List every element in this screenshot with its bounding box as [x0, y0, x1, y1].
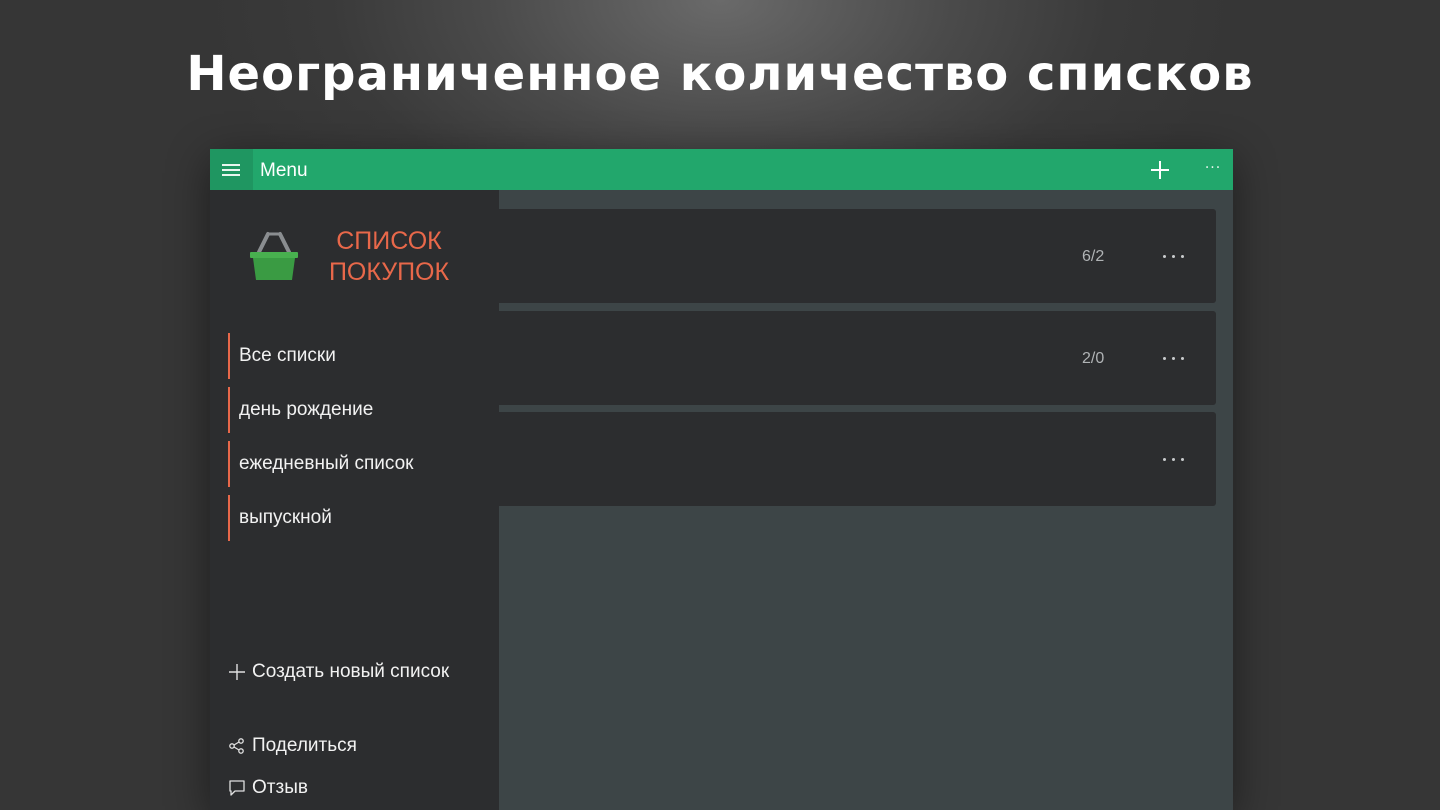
list-card[interactable]: 6/2 — [499, 209, 1216, 303]
plus-icon[interactable] — [1140, 149, 1180, 190]
sidebar-item-birthday[interactable]: день рождение — [228, 387, 490, 433]
app-window: 6/2 2/0 Menu ··· СПИСОК ПОКУПОК Все спис… — [210, 149, 1233, 810]
card-more-icon[interactable] — [1159, 448, 1189, 470]
plus-icon — [229, 664, 245, 680]
more-icon[interactable]: ··· — [1195, 149, 1231, 190]
feedback-label: Отзыв — [252, 777, 308, 798]
sidebar-item-all-lists[interactable]: Все списки — [228, 333, 490, 379]
hamburger-menu-icon[interactable] — [210, 149, 253, 190]
share-label: Поделиться — [252, 735, 357, 756]
promo-headline: Неограниченное количество списков — [186, 46, 1254, 102]
logo-line-2: ПОКУПОК — [328, 258, 450, 286]
comment-icon — [229, 780, 245, 796]
basket-icon — [248, 230, 300, 282]
sidebar-item-label: выпускной — [239, 507, 332, 528]
create-list-label: Создать новый список — [252, 661, 450, 682]
app-logo-text: СПИСОК ПОКУПОК — [314, 226, 464, 288]
sidebar-item-label: ежедневный список — [239, 453, 414, 474]
app-top-bar: Menu ··· — [210, 149, 1233, 190]
card-count: 6/2 — [1082, 248, 1105, 265]
share-icon — [229, 738, 244, 754]
list-card[interactable] — [499, 412, 1216, 506]
list-card[interactable]: 2/0 — [499, 311, 1216, 405]
card-count: 2/0 — [1082, 350, 1105, 367]
sidebar-item-label: день рождение — [239, 399, 374, 420]
menu-title: Menu — [260, 160, 308, 181]
card-more-icon[interactable] — [1159, 245, 1189, 267]
sidebar-item-label: Все списки — [239, 345, 336, 366]
card-more-icon[interactable] — [1159, 347, 1189, 369]
sidebar: СПИСОК ПОКУПОК Все списки день рождение … — [210, 190, 499, 810]
sidebar-item-graduation[interactable]: выпускной — [228, 495, 490, 541]
sidebar-item-daily[interactable]: ежедневный список — [228, 441, 490, 487]
logo-line-1: СПИСОК — [336, 227, 442, 255]
